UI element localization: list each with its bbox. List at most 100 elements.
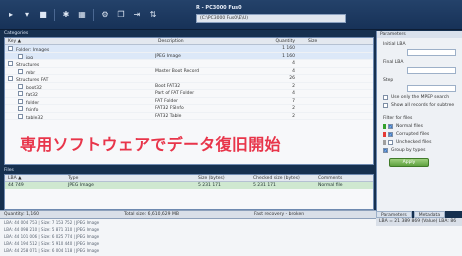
filter-list: ✓ Normal files ✓ Corrupted files Unchecked f…: [377, 124, 462, 153]
file-size: 5 231 171: [198, 183, 221, 188]
log-row: LBA: 44 258 071 | Size: 6 004 118 | JPEG…: [4, 248, 100, 253]
filter-checkbox[interactable]: ✓: [388, 124, 393, 129]
category-description: FAT32 FSInfo: [155, 106, 184, 111]
category-quantity: 26: [289, 76, 295, 81]
category-name: folder: [5, 98, 155, 105]
category-name: table32: [5, 113, 155, 119]
category-row[interactable]: Structures 4: [5, 60, 373, 68]
export-icon[interactable]: ⇥: [132, 10, 142, 20]
category-row[interactable]: mbr Master Boot Record 4: [5, 68, 373, 75]
filter-checkbox[interactable]: ✓: [383, 148, 388, 153]
step-label: Step: [383, 78, 394, 83]
column-type[interactable]: Type: [65, 175, 195, 181]
file-type: JPEG Image: [68, 183, 94, 188]
column-quantity[interactable]: Quantity: [235, 38, 305, 44]
category-checkbox[interactable]: [18, 91, 23, 96]
tab-parameters[interactable]: Parameters: [376, 211, 412, 218]
category-checkbox[interactable]: [18, 98, 23, 104]
final-lba-field[interactable]: [407, 67, 456, 74]
category-checkbox[interactable]: [18, 83, 23, 89]
filter-option[interactable]: ✓ Corrupted files: [383, 132, 462, 137]
category-label: Folder: Images: [16, 48, 50, 52]
filter-option[interactable]: ✓ Normal files: [383, 124, 462, 129]
column-size[interactable]: Size: [305, 38, 365, 44]
category-checkbox[interactable]: [8, 61, 13, 66]
tab-metadata[interactable]: Metadata: [413, 211, 446, 218]
category-row[interactable]: fat32 Part of FAT Folder 4: [5, 90, 373, 98]
filter-option[interactable]: ✓ Group by types: [383, 148, 462, 153]
pin-icon[interactable]: ✱: [61, 10, 71, 20]
filter-header: Filter for files: [383, 116, 413, 121]
log-row: LBA: 44 101 006 | Size: 6 025 774 | JPEG…: [4, 234, 100, 239]
filter-label: Corrupted files: [396, 132, 430, 137]
filter-checkbox[interactable]: ✓: [388, 132, 393, 137]
dropdown-icon[interactable]: ▾: [22, 10, 32, 20]
apply-button[interactable]: Apply: [389, 158, 429, 167]
toolbar-separator: [54, 9, 55, 21]
category-label: folder: [26, 100, 40, 105]
category-description: FAT Folder: [155, 98, 178, 104]
category-checkbox[interactable]: [18, 113, 23, 119]
category-row[interactable]: jpg JPEG Image 1 160: [5, 52, 373, 60]
use-only-option[interactable]: Use only the MPEP search: [383, 95, 462, 100]
categories-column-header: Key ▲ Description Quantity Size: [5, 38, 373, 45]
category-quantity: 4: [292, 61, 295, 66]
category-row[interactable]: boot32 Boot FAT32 2: [5, 83, 373, 90]
category-name: Structures FAT: [5, 75, 155, 82]
category-description: [155, 60, 235, 67]
category-label: boot32: [26, 85, 42, 90]
category-checkbox[interactable]: [8, 76, 13, 81]
category-label: Structures: [16, 63, 40, 67]
column-key[interactable]: Key ▲: [5, 38, 155, 44]
grid-icon[interactable]: ▦: [77, 10, 87, 20]
title-bar: ▸ ▾ ■ ✱ ▦ ⚙ ❐ ⇥ ⇅ R - PC3000 Fus0 (C:\PC…: [0, 0, 462, 30]
column-comments[interactable]: Comments: [315, 175, 370, 181]
category-name: fat32: [5, 90, 155, 97]
category-checkbox[interactable]: [18, 68, 23, 74]
checkbox[interactable]: [383, 95, 388, 100]
toolbar: ▸ ▾ ■ ✱ ▦ ⚙ ❐ ⇥ ⇅: [6, 9, 158, 21]
window-title: R - PC3000 Fus0: [196, 5, 242, 11]
column-size-bytes[interactable]: Size (bytes): [195, 175, 250, 181]
filter-option[interactable]: Unchecked files: [383, 140, 462, 145]
category-name: Structures: [5, 60, 155, 67]
column-checked-size[interactable]: Checked size (bytes): [250, 175, 315, 181]
category-description: [155, 75, 235, 82]
log-row: LBA: 44 098 210 | Size: 5 871 310 | JPEG…: [4, 227, 100, 232]
sort-icon[interactable]: ⇅: [148, 10, 158, 20]
settings-icon[interactable]: ⚙: [100, 10, 110, 20]
initial-lba-label: Initial LBA: [383, 42, 406, 47]
column-lba[interactable]: LBA ▲: [5, 175, 65, 181]
category-row[interactable]: table32 FAT32 Table 2: [5, 113, 373, 120]
copy-icon[interactable]: ❐: [116, 10, 126, 20]
category-checkbox[interactable]: [8, 46, 13, 51]
checkbox[interactable]: [383, 103, 388, 108]
category-row[interactable]: Folder: Images 1 160: [5, 45, 373, 53]
category-checkbox[interactable]: [18, 53, 23, 59]
play-icon[interactable]: ▸: [6, 10, 16, 20]
stop-icon[interactable]: ■: [38, 10, 48, 20]
category-name: Folder: Images: [5, 45, 155, 52]
categories-list: Folder: Images 1 160 jpg JPEG Image 1 160 Str…: [5, 45, 373, 120]
category-name: fsinfo: [5, 105, 155, 112]
status-quantity: Quantity: 1,160: [4, 212, 39, 217]
category-row[interactable]: Structures FAT 26: [5, 75, 373, 83]
files-column-header: LBA ▲ Type Size (bytes) Checked size (by…: [5, 175, 373, 182]
category-checkbox[interactable]: [18, 106, 23, 111]
status-lba: LBA = 21 389 869 (Value) LBA: 86 3069: [376, 218, 462, 232]
show-all-label: Show all records for subtree: [391, 103, 455, 108]
category-row[interactable]: fsinfo FAT32 FSInfo 2: [5, 105, 373, 113]
category-name: jpg: [5, 53, 155, 59]
log-row: LBA: 44 194 512 | Size: 5 910 440 | JPEG…: [4, 241, 100, 246]
column-description[interactable]: Description: [155, 38, 235, 44]
status-bar: Quantity: 1,160 Total size: 6,610,629 MB…: [0, 210, 376, 218]
files-panel: LBA ▲ Type Size (bytes) Checked size (by…: [4, 174, 374, 210]
step-field[interactable]: [407, 85, 456, 92]
filter-checkbox[interactable]: [388, 140, 393, 145]
category-quantity: 1 160: [282, 53, 295, 59]
category-row[interactable]: folder FAT Folder 7: [5, 98, 373, 105]
show-all-option[interactable]: Show all records for subtree: [383, 103, 462, 108]
file-row[interactable]: 44 749 JPEG Image 5 231 171 5 231 171 No…: [5, 182, 373, 189]
initial-lba-field[interactable]: [407, 49, 456, 56]
status-total-size: Total size: 6,610,629 MB: [124, 212, 179, 217]
